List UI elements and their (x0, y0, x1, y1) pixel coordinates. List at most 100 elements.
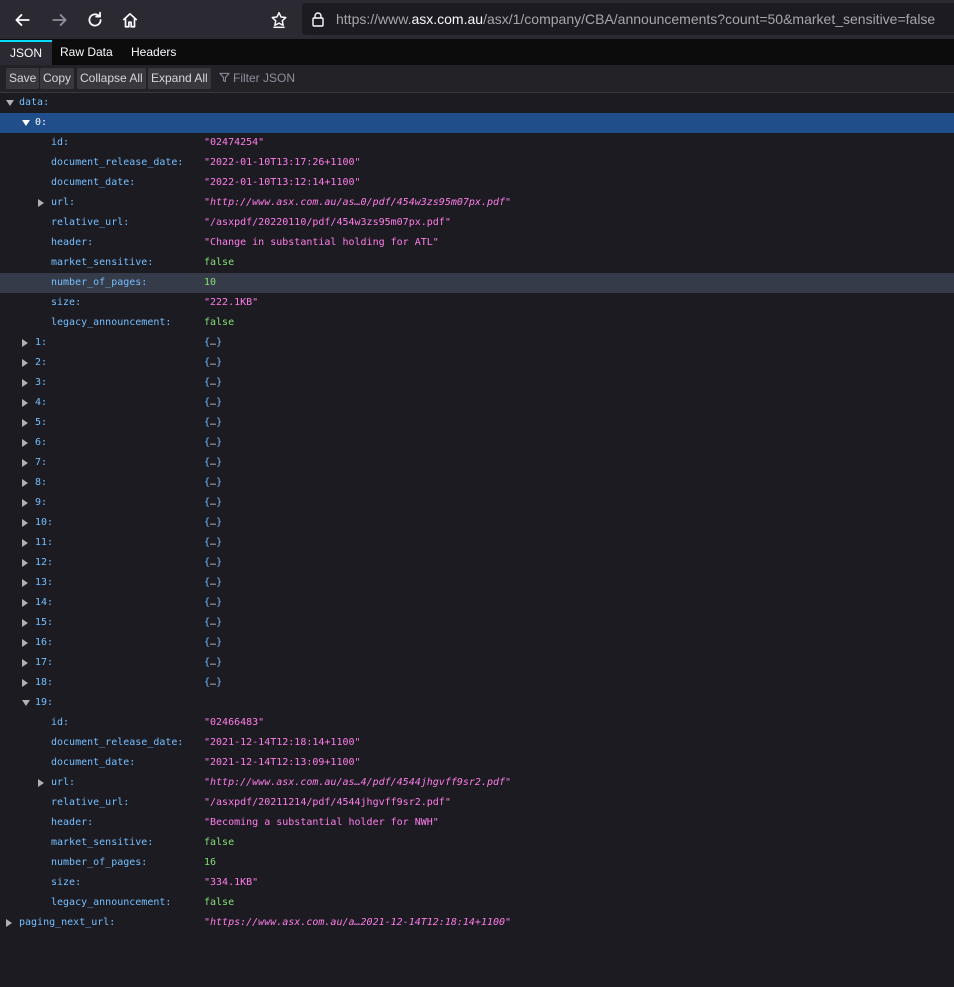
tree-row-item-collapsed[interactable]: 8: {…} (0, 473, 954, 493)
forward-icon[interactable] (47, 7, 73, 33)
tree-row-field[interactable]: legacy_announcement: false (0, 893, 954, 913)
tree-row-field[interactable]: number_of_pages: 16 (0, 853, 954, 873)
json-key: relative_url: (51, 797, 130, 808)
tree-row-field[interactable]: document_release_date: "2021-12-14T12:18:… (0, 733, 954, 753)
tree-row-item-collapsed[interactable]: 3: {…} (0, 373, 954, 393)
lock-icon[interactable] (310, 11, 326, 27)
tree-row-field[interactable]: document_date: "2021-12-14T12:13:09+1100" (0, 753, 954, 773)
copy-button[interactable]: Copy (40, 68, 75, 89)
expand-arrow-icon[interactable] (6, 100, 14, 106)
reader-view-icon[interactable] (266, 7, 292, 33)
tree-row-item-collapsed[interactable]: 7: {…} (0, 453, 954, 473)
browser-toolbar: https://www.asx.com.au/asx/1/company/CBA… (0, 0, 954, 40)
tree-row-field[interactable]: header: "Becoming a substantial holder fo… (0, 813, 954, 833)
tree-row-item-collapsed[interactable]: 1: {…} (0, 333, 954, 353)
tab-json[interactable]: JSON (0, 40, 53, 65)
tree-row-field[interactable]: relative_url: "/asxpdf/20220110/pdf/454w3… (0, 213, 954, 233)
json-value: {…} (204, 457, 223, 468)
tree-row-field[interactable]: header: "Change in substantial holding fo… (0, 233, 954, 253)
tree-row-field[interactable]: id: "02466483" (0, 713, 954, 733)
back-icon[interactable] (9, 7, 35, 33)
json-key: 6: (35, 437, 48, 448)
expand-all-button[interactable]: Expand All (148, 68, 211, 89)
save-button[interactable]: Save (6, 68, 40, 89)
expand-arrow-icon[interactable] (22, 120, 30, 126)
tree-row-item-collapsed[interactable]: 16: {…} (0, 633, 954, 653)
tab-headers[interactable]: Headers (121, 40, 186, 65)
tree-row-field[interactable]: number_of_pages: 10 (0, 273, 954, 293)
tree-row-item-collapsed[interactable]: 14: {…} (0, 593, 954, 613)
tree-row-item-collapsed[interactable]: 2: {…} (0, 353, 954, 373)
tree-row-item-collapsed[interactable]: 15: {…} (0, 613, 954, 633)
home-icon[interactable] (117, 7, 143, 33)
collapse-arrow-icon[interactable] (22, 379, 28, 387)
tree-row-item-collapsed[interactable]: 4: {…} (0, 393, 954, 413)
tree-row-item-collapsed[interactable]: 11: {…} (0, 533, 954, 553)
collapse-arrow-icon[interactable] (22, 399, 28, 407)
tree-row-item-collapsed[interactable]: 10: {…} (0, 513, 954, 533)
tree-row-item-collapsed[interactable]: 17: {…} (0, 653, 954, 673)
tree-row-item-collapsed[interactable]: 13: {…} (0, 573, 954, 593)
collapse-arrow-icon[interactable] (22, 459, 28, 467)
json-value: false (204, 897, 235, 908)
collapse-arrow-icon[interactable] (22, 599, 28, 607)
collapse-arrow-icon[interactable] (22, 499, 28, 507)
tab-raw-data[interactable]: Raw Data (50, 40, 123, 65)
tree-row-field[interactable]: market_sensitive: false (0, 833, 954, 853)
json-value: {…} (204, 477, 223, 488)
json-value: 10 (204, 277, 217, 288)
collapse-arrow-icon[interactable] (22, 479, 28, 487)
collapse-arrow-icon[interactable] (22, 639, 28, 647)
collapse-arrow-icon[interactable] (22, 519, 28, 527)
tree-row-item-collapsed[interactable]: 6: {…} (0, 433, 954, 453)
json-key: market_sensitive: (51, 837, 154, 848)
json-value: "2022-01-10T13:12:14+1100" (204, 177, 361, 188)
tree-row-item-collapsed[interactable]: 18: {…} (0, 673, 954, 693)
collapse-arrow-icon[interactable] (22, 419, 28, 427)
url-text[interactable]: https://www.asx.com.au/asx/1/company/CBA… (336, 11, 935, 27)
collapse-arrow-icon[interactable] (22, 539, 28, 547)
tree-row-field[interactable]: document_date: "2022-01-10T13:12:14+1100" (0, 173, 954, 193)
json-key: 9: (35, 497, 48, 508)
url-bar[interactable]: https://www.asx.com.au/asx/1/company/CBA… (302, 3, 954, 35)
collapse-arrow-icon[interactable] (22, 559, 28, 567)
json-value: {…} (204, 557, 223, 568)
collapse-arrow-icon[interactable] (22, 619, 28, 627)
tree-row-data[interactable]: data: (0, 93, 954, 113)
tree-row-item-19[interactable]: 19: (0, 693, 954, 713)
tree-row-item-collapsed[interactable]: 12: {…} (0, 553, 954, 573)
collapse-all-button[interactable]: Collapse All (77, 68, 146, 89)
tree-row-item-collapsed[interactable]: 5: {…} (0, 413, 954, 433)
filter-json-input[interactable]: Filter JSON (219, 68, 295, 89)
expand-arrow-icon[interactable] (22, 700, 30, 706)
collapse-arrow-icon[interactable] (38, 779, 44, 787)
json-key: 2: (35, 357, 48, 368)
tree-row-field[interactable]: url: "http://www.asx.com.au/as…0/pdf/454w… (0, 193, 954, 213)
json-key: document_date: (51, 757, 136, 768)
tree-row-field[interactable]: legacy_announcement: false (0, 313, 954, 333)
collapse-arrow-icon[interactable] (22, 579, 28, 587)
collapse-arrow-icon[interactable] (22, 359, 28, 367)
tree-row-field[interactable]: market_sensitive: false (0, 253, 954, 273)
reload-icon[interactable] (82, 7, 108, 33)
tree-row-field[interactable]: url: "http://www.asx.com.au/as…4/pdf/4544… (0, 773, 954, 793)
collapse-arrow-icon[interactable] (22, 339, 28, 347)
collapse-arrow-icon[interactable] (22, 679, 28, 687)
tree-row-item-collapsed[interactable]: 9: {…} (0, 493, 954, 513)
tree-row-field[interactable]: document_release_date: "2022-01-10T13:17:… (0, 153, 954, 173)
tree-row-paging-next-url[interactable]: paging_next_url: "https://www.asx.com.au/… (0, 913, 954, 933)
json-key: 15: (35, 617, 54, 628)
collapse-arrow-icon[interactable] (38, 199, 44, 207)
tree-row-item-0[interactable]: 0: (0, 113, 954, 133)
tree-row-field[interactable]: size: "222.1KB" (0, 293, 954, 313)
tree-row-field[interactable]: size: "334.1KB" (0, 873, 954, 893)
json-key: 5: (35, 417, 48, 428)
collapse-arrow-icon[interactable] (6, 919, 12, 927)
json-key: header: (51, 237, 94, 248)
tree-row-field[interactable]: relative_url: "/asxpdf/20211214/pdf/4544j… (0, 793, 954, 813)
collapse-arrow-icon[interactable] (22, 659, 28, 667)
collapse-arrow-icon[interactable] (22, 439, 28, 447)
json-key: paging_next_url: (19, 917, 116, 928)
tree-row-field[interactable]: id: "02474254" (0, 133, 954, 153)
json-key: 7: (35, 457, 48, 468)
